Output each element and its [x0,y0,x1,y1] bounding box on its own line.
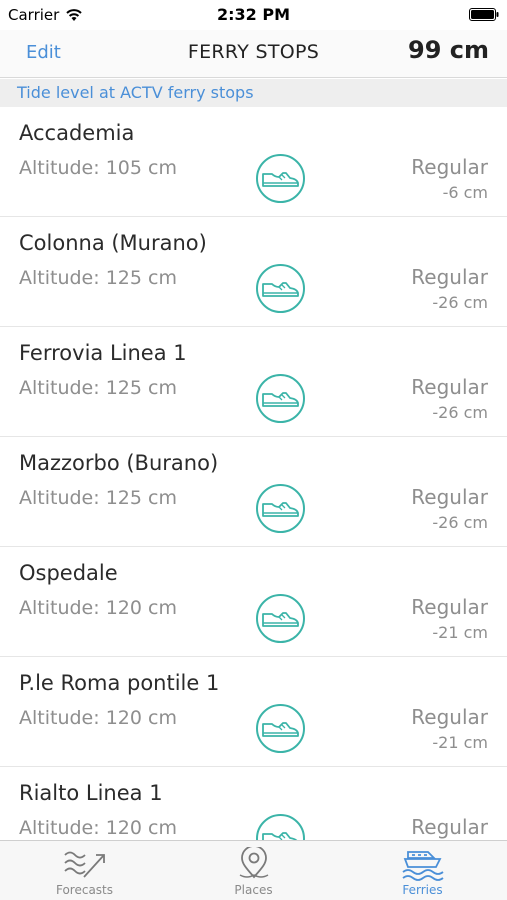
tab-ferries[interactable]: Ferries [338,841,507,900]
shoe-icon [256,374,305,423]
stop-altitude: Altitude: 125 cm [19,487,177,509]
stop-level-difference: -6 cm [442,183,488,202]
stop-level-difference: -21 cm [432,623,488,642]
shoe-icon [256,704,305,753]
navigation-bar: Edit FERRY STOPS 99 cm [0,30,507,78]
stop-name: Rialto Linea 1 [19,781,163,805]
stop-status: Regular [411,595,488,619]
stop-name: Accademia [19,121,135,145]
shoe-icon [256,264,305,313]
stop-status: Regular [411,265,488,289]
ferry-stop-row[interactable]: Ospedale Altitude: 120 cm Regular -21 cm [0,547,507,657]
ferry-stop-row[interactable]: Ferrovia Linea 1 Altitude: 125 cm Regula… [0,327,507,437]
stop-level-difference: -21 cm [432,733,488,752]
stop-status: Regular [411,375,488,399]
stop-altitude: Altitude: 125 cm [19,267,177,289]
stop-level-difference: -26 cm [432,293,488,312]
stop-status: Regular [411,705,488,729]
stop-status: Regular [411,485,488,509]
stop-name: Ferrovia Linea 1 [19,341,187,365]
stop-status: Regular [411,155,488,179]
status-bar: Carrier 2:32 PM [0,0,507,30]
current-tide-level: 99 cm [408,36,489,64]
tab-bar: Forecasts Places Ferries [0,840,507,900]
stop-status: Regular [411,815,488,839]
tab-ferries-label: Ferries [402,883,443,897]
forecast-waves-icon [64,851,105,878]
section-header: Tide level at ACTV ferry stops [0,79,507,107]
stop-level-difference: -26 cm [432,403,488,422]
stop-altitude: Altitude: 120 cm [19,707,177,729]
section-header-label: Tide level at ACTV ferry stops [17,83,254,102]
stop-altitude: Altitude: 120 cm [19,817,177,839]
shoe-icon [256,814,305,840]
stop-name: P.le Roma pontile 1 [19,671,220,695]
stop-altitude: Altitude: 105 cm [19,157,177,179]
stop-name: Ospedale [19,561,118,585]
shoe-icon [256,594,305,643]
tab-places-label: Places [234,883,273,897]
ferry-stop-row[interactable]: Colonna (Murano) Altitude: 125 cm Regula… [0,217,507,327]
ferry-icon [402,851,444,881]
tab-forecasts-label: Forecasts [55,883,114,897]
shoe-icon [256,484,305,533]
stop-altitude: Altitude: 125 cm [19,377,177,399]
ferry-stop-row[interactable]: Rialto Linea 1 Altitude: 120 cm Regular [0,767,507,840]
ferry-stop-row[interactable]: Accademia Altitude: 105 cm Regular -6 cm [0,107,507,217]
map-pin-icon [239,847,269,879]
ferry-stop-row[interactable]: P.le Roma pontile 1 Altitude: 120 cm Reg… [0,657,507,767]
stop-altitude: Altitude: 120 cm [19,597,177,619]
ferry-stop-list[interactable]: Accademia Altitude: 105 cm Regular -6 cm… [0,107,507,840]
status-time: 2:32 PM [216,5,290,24]
stop-name: Mazzorbo (Burano) [19,451,219,475]
battery-icon [469,8,499,21]
tab-places[interactable]: Places [169,841,338,900]
stop-level-difference: -26 cm [432,513,488,532]
shoe-icon [256,154,305,203]
ferry-stop-row[interactable]: Mazzorbo (Burano) Altitude: 125 cm Regul… [0,437,507,547]
tab-forecasts[interactable]: Forecasts [0,841,169,900]
stop-name: Colonna (Murano) [19,231,207,255]
